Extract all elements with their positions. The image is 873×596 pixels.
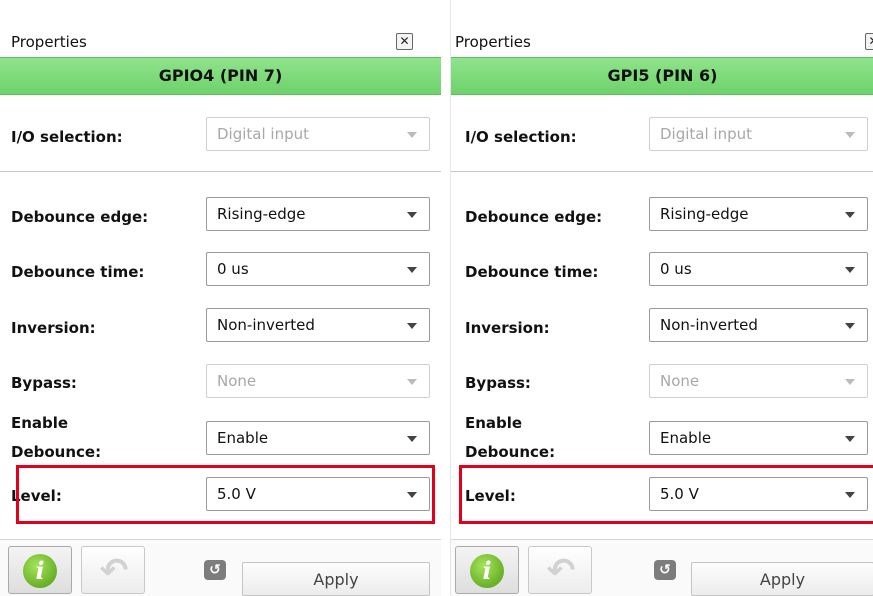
reset-icon[interactable]: ↺ (204, 560, 226, 580)
chevron-down-icon (407, 132, 417, 138)
io-selection-dropdown: Digital input (206, 117, 430, 151)
chevron-down-icon (845, 436, 855, 442)
bypass-label: Bypass: (465, 374, 531, 392)
bypass-dropdown: None (206, 364, 430, 398)
level-highlight-box (459, 465, 873, 524)
undo-button[interactable]: ↶ (528, 546, 592, 594)
panel-title: Properties (11, 33, 87, 51)
info-icon: i (23, 554, 57, 588)
chevron-down-icon (845, 267, 855, 273)
io-selection-value: Digital input (660, 125, 752, 143)
panel-titlebar: Properties ✕ (451, 30, 873, 54)
chevron-down-icon (845, 323, 855, 329)
inversion-dropdown[interactable]: Non-inverted (206, 308, 430, 342)
apply-button[interactable]: Apply (242, 562, 430, 596)
bypass-label: Bypass: (11, 374, 77, 392)
debounce-time-label: Debounce time: (465, 263, 599, 281)
inversion-dropdown[interactable]: Non-inverted (649, 308, 868, 342)
debounce-time-dropdown[interactable]: 0 us (649, 252, 868, 286)
enable-debounce-value: Enable (660, 429, 712, 447)
debounce-time-value: 0 us (217, 260, 249, 278)
close-icon[interactable]: ✕ (865, 33, 873, 50)
reset-icon[interactable]: ↺ (654, 560, 676, 580)
chevron-down-icon (845, 212, 855, 218)
panel-footer: i ↶ ↺ Apply (451, 539, 873, 596)
io-selection-value: Digital input (217, 125, 309, 143)
bypass-value: None (217, 372, 257, 390)
level-highlight-box (16, 465, 435, 524)
section-divider (451, 171, 873, 172)
info-button[interactable]: i (8, 546, 72, 594)
debounce-edge-value: Rising-edge (217, 205, 306, 223)
chevron-down-icon (407, 323, 417, 329)
debounce-edge-label: Debounce edge: (11, 208, 149, 226)
io-selection-label: I/O selection: (11, 128, 123, 146)
debounce-edge-dropdown[interactable]: Rising-edge (206, 197, 430, 231)
enable-debounce-label-line2: Debounce: (465, 443, 556, 461)
enable-debounce-label-line2: Debounce: (11, 443, 102, 461)
panel-footer: i ↶ ↺ Apply (0, 539, 441, 596)
section-divider (0, 171, 441, 172)
enable-debounce-label-line1: Enable (11, 414, 69, 432)
apply-button[interactable]: Apply (691, 562, 873, 596)
info-icon: i (470, 554, 504, 588)
chevron-down-icon (845, 379, 855, 385)
enable-debounce-dropdown[interactable]: Enable (206, 421, 430, 455)
chevron-down-icon (845, 132, 855, 138)
inversion-value: Non-inverted (660, 316, 758, 334)
debounce-time-value: 0 us (660, 260, 692, 278)
enable-debounce-label-line1: Enable (465, 414, 523, 432)
undo-button[interactable]: ↶ (81, 546, 145, 594)
properties-panel-left: Properties ✕ GPIO4 (PIN 7) I/O selection… (0, 0, 441, 596)
panel-titlebar: Properties ✕ (0, 30, 441, 54)
io-selection-dropdown: Digital input (649, 117, 868, 151)
inversion-label: Inversion: (465, 319, 550, 337)
debounce-edge-dropdown[interactable]: Rising-edge (649, 197, 868, 231)
close-icon[interactable]: ✕ (396, 33, 413, 50)
debounce-time-label: Debounce time: (11, 263, 145, 281)
io-selection-label: I/O selection: (465, 128, 577, 146)
panel-title: Properties (455, 33, 531, 51)
inversion-value: Non-inverted (217, 316, 315, 334)
inversion-label: Inversion: (11, 319, 96, 337)
debounce-edge-label: Debounce edge: (465, 208, 603, 226)
debounce-time-dropdown[interactable]: 0 us (206, 252, 430, 286)
bypass-value: None (660, 372, 700, 390)
chevron-down-icon (407, 379, 417, 385)
chevron-down-icon (407, 212, 417, 218)
undo-icon: ↶ (546, 551, 576, 591)
enable-debounce-value: Enable (217, 429, 269, 447)
undo-icon: ↶ (99, 551, 129, 591)
enable-debounce-dropdown[interactable]: Enable (649, 421, 868, 455)
debounce-edge-value: Rising-edge (660, 205, 749, 223)
chevron-down-icon (407, 267, 417, 273)
info-button[interactable]: i (455, 546, 519, 594)
pin-header: GPIO4 (PIN 7) (0, 57, 441, 95)
chevron-down-icon (407, 436, 417, 442)
pin-header: GPI5 (PIN 6) (451, 57, 873, 95)
properties-panel-right: Properties ✕ GPI5 (PIN 6) I/O selection:… (450, 0, 873, 596)
bypass-dropdown: None (649, 364, 868, 398)
